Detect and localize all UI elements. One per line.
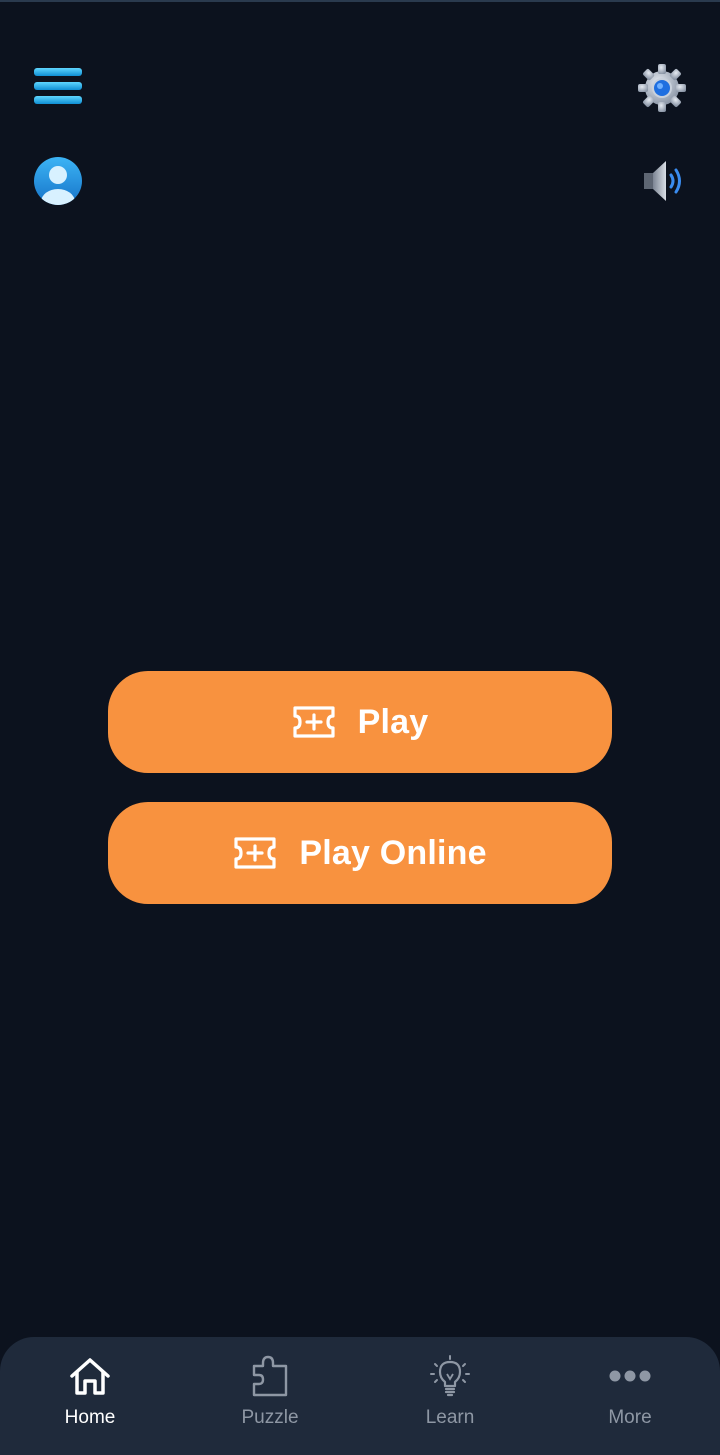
puzzle-icon	[250, 1353, 290, 1399]
bottom-navigation: Home Puzzle Learn More	[0, 1337, 720, 1455]
sound-toggle-button[interactable]	[636, 156, 690, 210]
ticket-plus-icon	[233, 836, 277, 870]
play-button[interactable]: Play	[108, 671, 612, 773]
speaker-icon	[640, 156, 686, 211]
lightbulb-icon	[427, 1353, 473, 1399]
menu-button[interactable]	[28, 64, 88, 112]
home-screen: Play Play Online Home Puzzle Learn More	[0, 0, 720, 1455]
more-dots-icon	[608, 1353, 652, 1399]
play-button-label: Play	[357, 702, 429, 741]
gear-icon	[636, 62, 688, 119]
nav-label-home: Home	[64, 1407, 116, 1428]
nav-label-learn: Learn	[425, 1407, 475, 1428]
hamburger-menu-icon	[32, 66, 84, 111]
user-avatar-icon	[33, 156, 83, 211]
nav-item-puzzle[interactable]: Puzzle	[180, 1337, 360, 1455]
ticket-plus-icon	[292, 705, 336, 739]
top-divider	[0, 0, 720, 2]
play-online-button-label: Play Online	[299, 833, 487, 872]
nav-label-puzzle: Puzzle	[241, 1407, 299, 1428]
home-icon	[68, 1353, 112, 1399]
settings-button[interactable]	[634, 62, 690, 118]
profile-button[interactable]	[30, 155, 86, 211]
play-online-button[interactable]: Play Online	[108, 802, 612, 904]
nav-item-more[interactable]: More	[540, 1337, 720, 1455]
nav-item-learn[interactable]: Learn	[360, 1337, 540, 1455]
nav-item-home[interactable]: Home	[0, 1337, 180, 1455]
nav-label-more: More	[608, 1407, 652, 1428]
